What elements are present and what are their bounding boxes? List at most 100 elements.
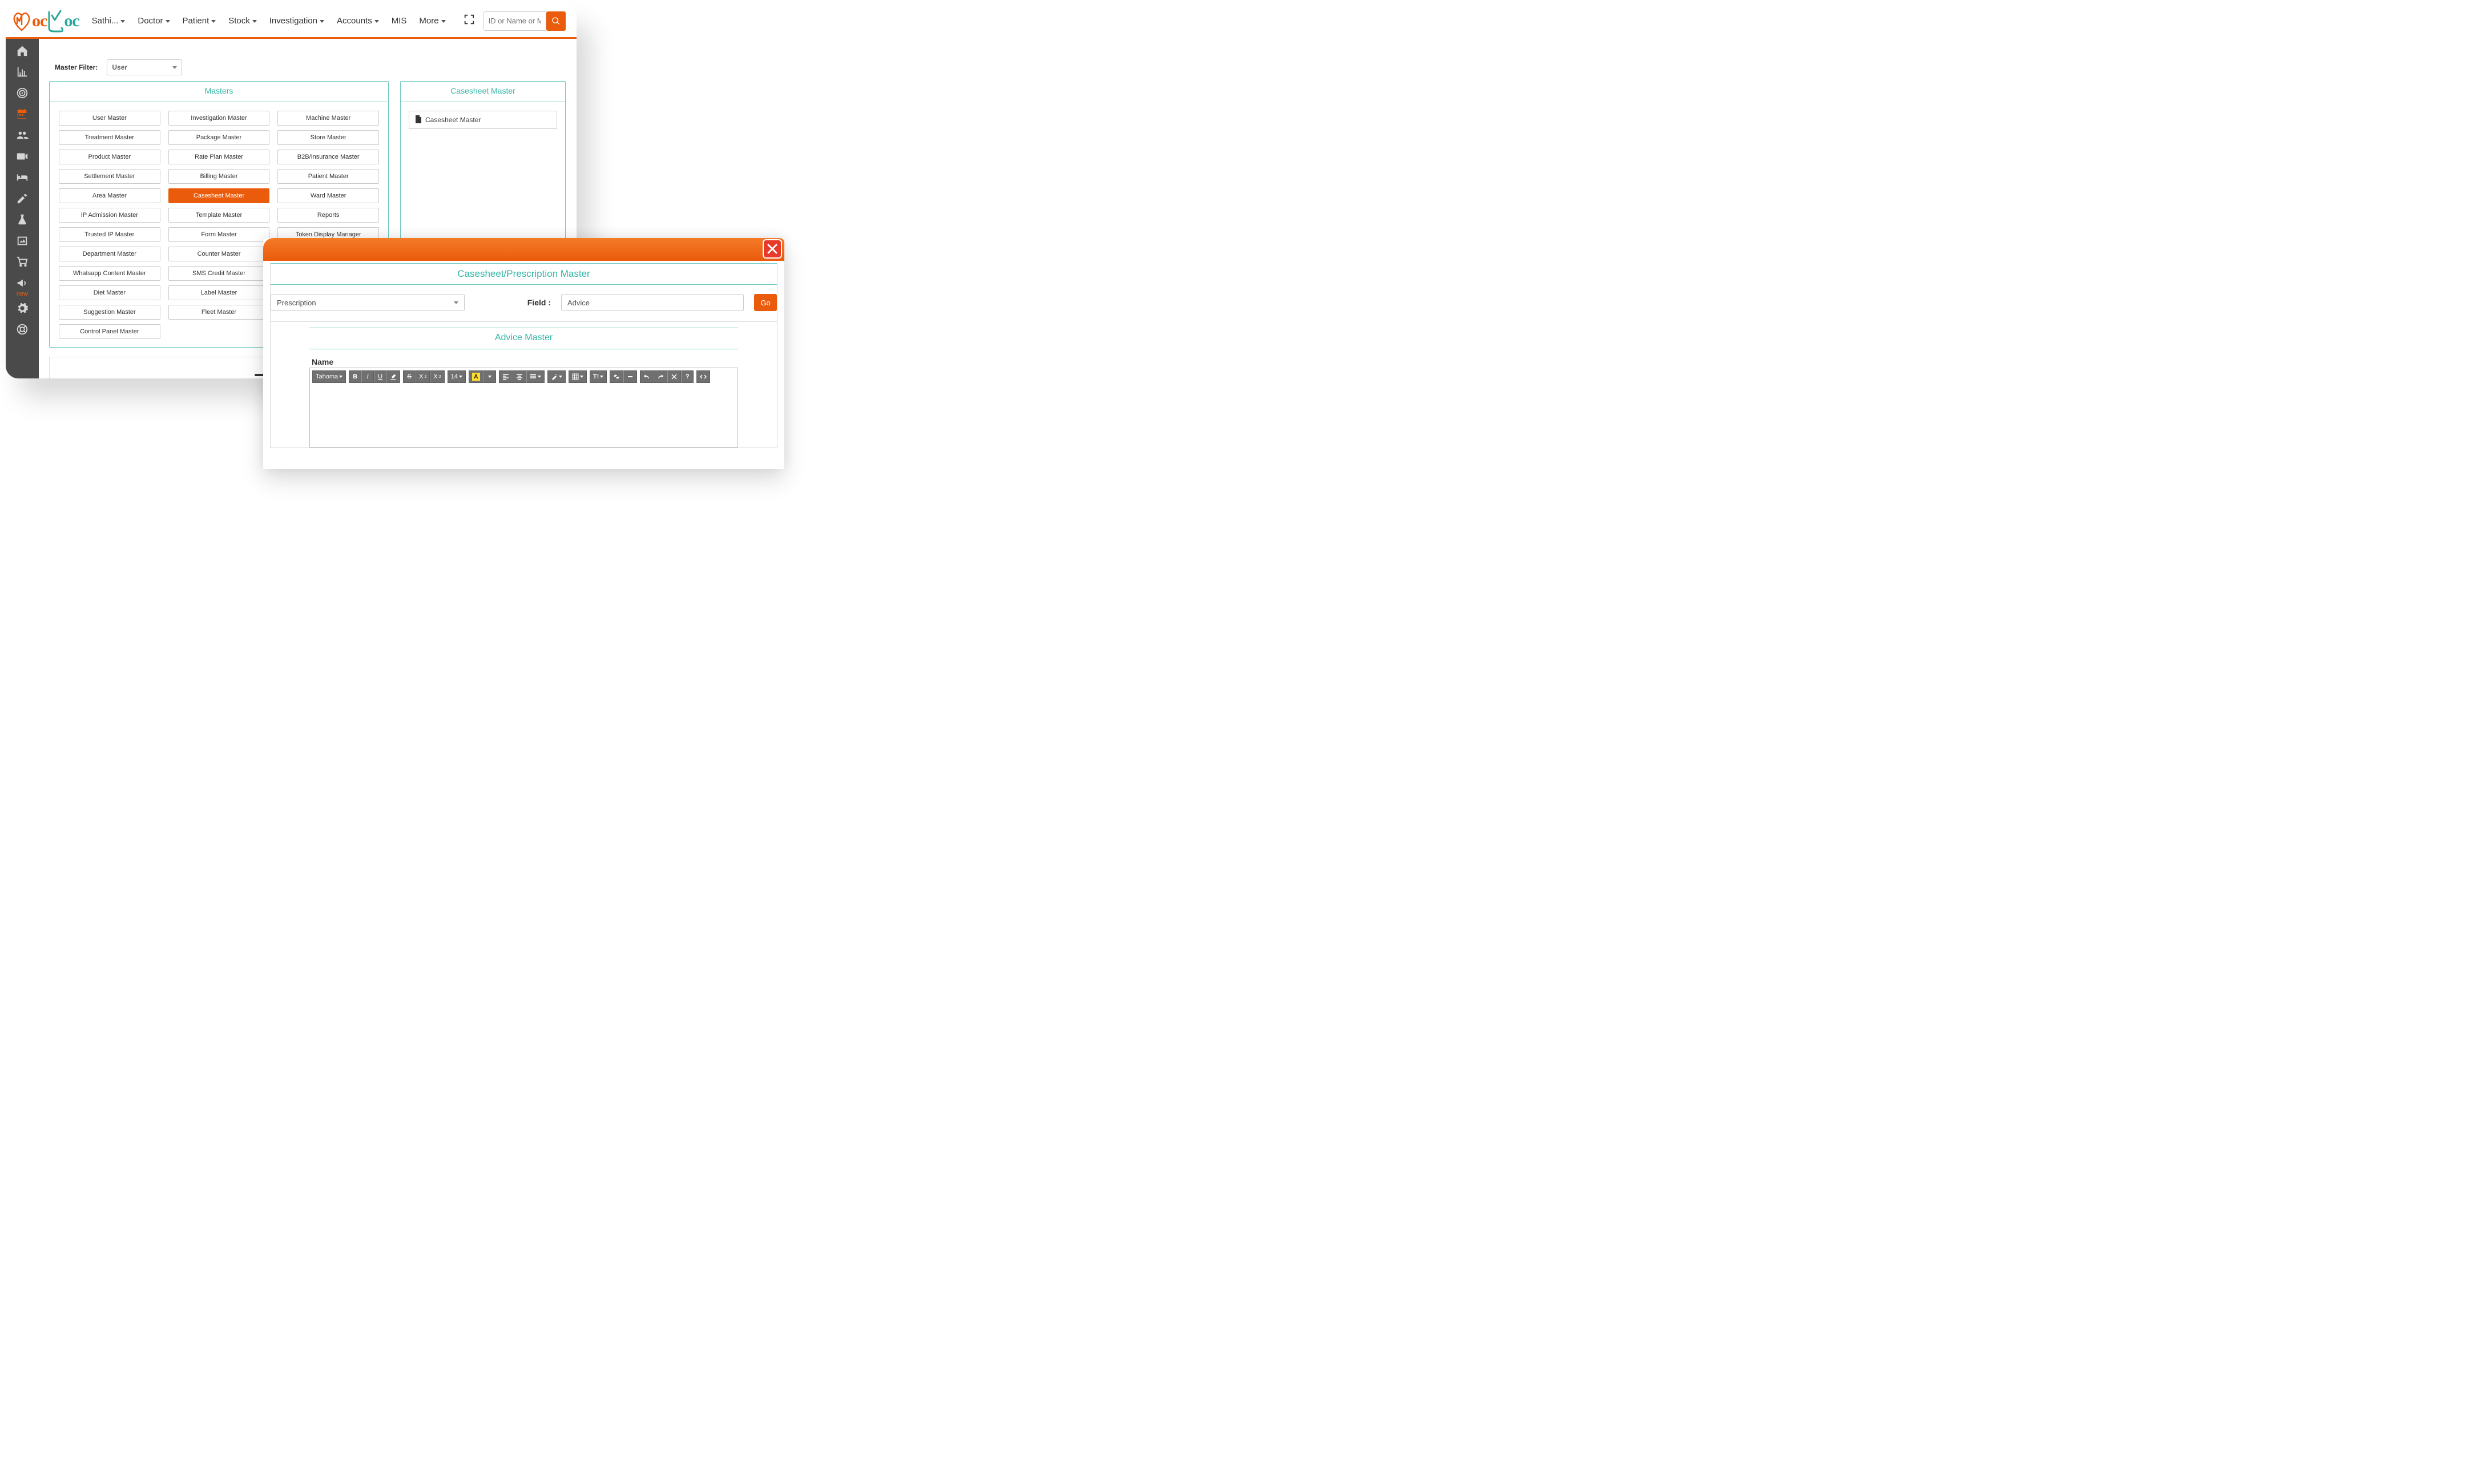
master-treatment-master[interactable]: Treatment Master xyxy=(59,130,160,145)
align-drop[interactable] xyxy=(526,370,545,383)
master-casesheet-master[interactable]: Casesheet Master xyxy=(168,188,270,203)
fullscreen-icon[interactable] xyxy=(458,13,480,29)
master-user-master[interactable]: User Master xyxy=(59,111,160,126)
casesheet-item[interactable]: Casesheet Master xyxy=(409,111,557,129)
highlight-btn[interactable]: A xyxy=(469,370,483,383)
master-ip-admission-master[interactable]: IP Admission Master xyxy=(59,208,160,223)
sidebar: new xyxy=(6,39,39,378)
strike-btn[interactable]: S xyxy=(403,370,416,383)
underline-btn[interactable]: U xyxy=(374,370,386,383)
close-button[interactable] xyxy=(763,239,782,259)
master-investigation-master[interactable]: Investigation Master xyxy=(168,111,270,126)
master-machine-master[interactable]: Machine Master xyxy=(277,111,379,126)
search-button[interactable] xyxy=(546,11,566,31)
go-button[interactable]: Go xyxy=(754,294,777,311)
nav-item-7[interactable]: More xyxy=(413,13,451,29)
nav-item-5[interactable]: Accounts xyxy=(331,13,385,29)
casesheet-item-label: Casesheet Master xyxy=(425,116,481,124)
sidebar-chart-icon[interactable] xyxy=(6,61,39,82)
text-style-btn[interactable]: T! xyxy=(590,370,607,383)
font-select[interactable]: Tahoma xyxy=(312,370,346,383)
master-fleet-master[interactable]: Fleet Master xyxy=(168,305,270,320)
filter-select[interactable]: User xyxy=(107,59,182,75)
sidebar-gear-icon[interactable] xyxy=(6,297,39,318)
sidebar-video-icon[interactable] xyxy=(6,146,39,167)
field-label: Field : xyxy=(527,298,551,307)
master-control-panel-master[interactable]: Control Panel Master xyxy=(59,324,160,339)
sidebar-help-icon[interactable] xyxy=(6,318,39,340)
sidebar-bed-icon[interactable] xyxy=(6,167,39,188)
chevron-down-icon xyxy=(441,20,446,23)
nav-item-3[interactable]: Stock xyxy=(223,13,263,29)
bold-btn[interactable]: B xyxy=(349,370,361,383)
chevron-down-icon xyxy=(538,376,541,378)
sidebar-target-icon[interactable] xyxy=(6,82,39,103)
hr-btn[interactable] xyxy=(623,370,637,383)
eraser-btn[interactable] xyxy=(386,370,400,383)
table-btn[interactable] xyxy=(569,370,587,383)
master-suggestion-master[interactable]: Suggestion Master xyxy=(59,305,160,320)
master-package-master[interactable]: Package Master xyxy=(168,130,270,145)
chevron-down-icon xyxy=(559,376,562,378)
sidebar-calendar-icon[interactable] xyxy=(6,103,39,124)
master-diet-master[interactable]: Diet Master xyxy=(59,285,160,300)
chevron-down-icon xyxy=(166,20,170,23)
master-area-master[interactable]: Area Master xyxy=(59,188,160,203)
align-center-btn[interactable] xyxy=(513,370,526,383)
italic-btn[interactable]: I xyxy=(361,370,374,383)
master-rate-plan-master[interactable]: Rate Plan Master xyxy=(168,150,270,164)
nav-label: Stock xyxy=(228,16,250,26)
editor-content[interactable] xyxy=(310,385,738,447)
search-wrap xyxy=(483,11,566,31)
master-counter-master[interactable]: Counter Master xyxy=(168,247,270,261)
master-template-master[interactable]: Template Master xyxy=(168,208,270,223)
link-btn[interactable] xyxy=(610,370,623,383)
undo-btn[interactable] xyxy=(640,370,654,383)
editor-toolbar: TahomaBIUSX2X214AT!? xyxy=(310,368,738,385)
nav-label: Patient xyxy=(183,16,209,26)
sidebar-flask-icon[interactable] xyxy=(6,209,39,230)
master-billing-master[interactable]: Billing Master xyxy=(168,169,270,184)
nav-item-1[interactable]: Doctor xyxy=(132,13,175,29)
type-select[interactable]: Prescription xyxy=(271,294,465,311)
code-btn[interactable] xyxy=(696,370,710,383)
subscript-btn[interactable]: X2 xyxy=(430,370,444,383)
field-input[interactable]: Advice xyxy=(561,294,744,311)
help-btn[interactable]: ? xyxy=(681,370,694,383)
master-form-master[interactable]: Form Master xyxy=(168,227,270,242)
nav-item-0[interactable]: Sathi... xyxy=(86,13,131,29)
align-left-btn[interactable] xyxy=(499,370,513,383)
master-ward-master[interactable]: Ward Master xyxy=(277,188,379,203)
superscript-btn[interactable]: X2 xyxy=(416,370,430,383)
master-store-master[interactable]: Store Master xyxy=(277,130,379,145)
sidebar-cart-icon[interactable] xyxy=(6,251,39,272)
master-whatsapp-content-master[interactable]: Whatsapp Content Master xyxy=(59,266,160,281)
redo-btn[interactable] xyxy=(654,370,667,383)
chevron-down-icon xyxy=(339,376,342,378)
master-patient-master[interactable]: Patient Master xyxy=(277,169,379,184)
master-b2b-insurance-master[interactable]: B2B/Insurance Master xyxy=(277,150,379,164)
sidebar-home-icon[interactable] xyxy=(6,40,39,61)
chevron-down-icon xyxy=(580,376,583,378)
highlight-drop[interactable] xyxy=(483,370,496,383)
search-input[interactable] xyxy=(483,11,546,31)
master-reports[interactable]: Reports xyxy=(277,208,379,223)
close-icon xyxy=(767,243,778,255)
magic-btn[interactable] xyxy=(547,370,566,383)
nav-item-6[interactable]: MIS xyxy=(386,13,413,29)
master-sms-credit-master[interactable]: SMS Credit Master xyxy=(168,266,270,281)
sidebar-users-icon[interactable] xyxy=(6,124,39,146)
size-select[interactable]: 14 xyxy=(448,370,466,383)
nav-item-2[interactable]: Patient xyxy=(177,13,222,29)
sidebar-image-icon[interactable] xyxy=(6,230,39,251)
master-department-master[interactable]: Department Master xyxy=(59,247,160,261)
master-product-master[interactable]: Product Master xyxy=(59,150,160,164)
master-trusted-ip-master[interactable]: Trusted IP Master xyxy=(59,227,160,242)
clear-btn[interactable] xyxy=(667,370,681,383)
nav-item-4[interactable]: Investigation xyxy=(264,13,330,29)
chevron-down-icon xyxy=(459,376,462,378)
sidebar-edit-icon[interactable] xyxy=(6,188,39,209)
master-settlement-master[interactable]: Settlement Master xyxy=(59,169,160,184)
logo[interactable]: oc oc xyxy=(9,10,79,33)
master-label-master[interactable]: Label Master xyxy=(168,285,270,300)
